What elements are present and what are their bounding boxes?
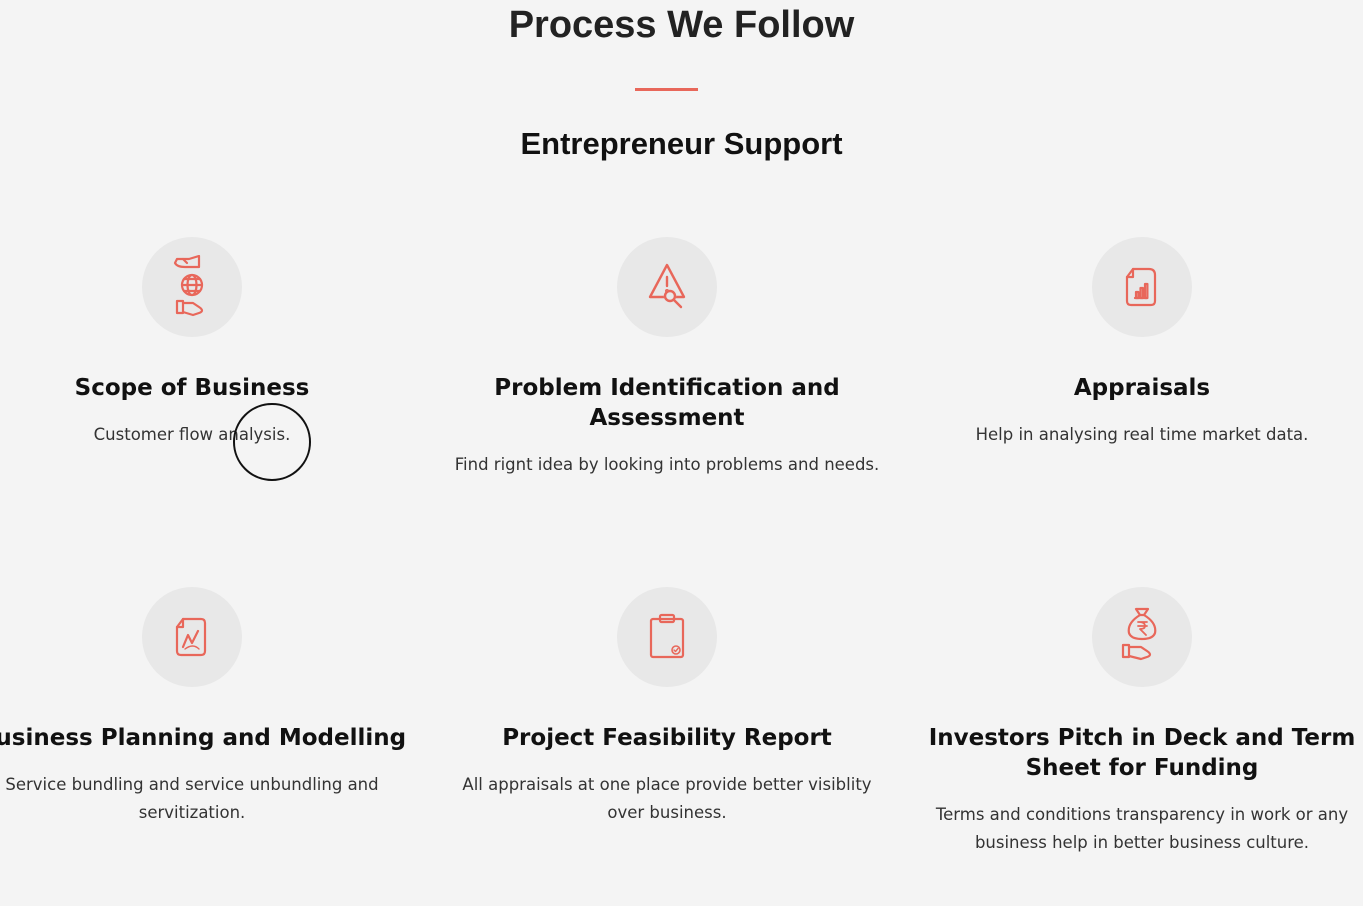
hands-globe-icon: [142, 237, 242, 337]
clipboard-check-icon: [617, 587, 717, 687]
warning-magnifier-icon: [617, 237, 717, 337]
card-title: Appraisals: [1073, 375, 1211, 401]
card-scope-of-business: Scope of Business Customer flow analysis…: [0, 237, 412, 449]
card-description: Service bundling and service unbundling …: [5, 775, 379, 822]
card-project-feasibility: Project Feasibility Report All appraisal…: [447, 587, 887, 827]
card-title: Scope of Business: [74, 375, 310, 401]
section-subtitle: Entrepreneur Support: [520, 126, 843, 161]
document-graph-icon: [142, 587, 242, 687]
card-title: Project Feasibility Report: [502, 725, 832, 751]
card-description: Terms and conditions transparency in wor…: [935, 805, 1349, 852]
card-title: Investors Pitch in Deck and Term Sheet f…: [928, 725, 1356, 781]
card-title: Problem Identification and Assessment: [494, 375, 840, 431]
process-section: Process We Follow Entrepreneur Support S…: [0, 0, 1363, 906]
card-business-planning: Business Planning and Modelling Service …: [0, 587, 412, 827]
document-chart-icon: [1092, 237, 1192, 337]
card-appraisals: Appraisals Help in analysing real time m…: [922, 237, 1362, 449]
card-problem-identification: Problem Identification and Assessment Fi…: [447, 237, 887, 479]
card-description: Find rignt idea by looking into problems…: [454, 455, 880, 474]
card-title: Business Planning and Modelling: [0, 725, 407, 751]
page-title: Process We Follow: [508, 4, 855, 46]
card-investors-pitch: Investors Pitch in Deck and Term Sheet f…: [922, 587, 1362, 857]
title-divider: [635, 88, 698, 91]
card-description: All appraisals at one place provide bett…: [462, 775, 872, 822]
card-description: Help in analysing real time market data.: [975, 425, 1309, 444]
card-description: Customer flow analysis.: [93, 425, 291, 444]
money-bag-hand-icon: [1092, 587, 1192, 687]
